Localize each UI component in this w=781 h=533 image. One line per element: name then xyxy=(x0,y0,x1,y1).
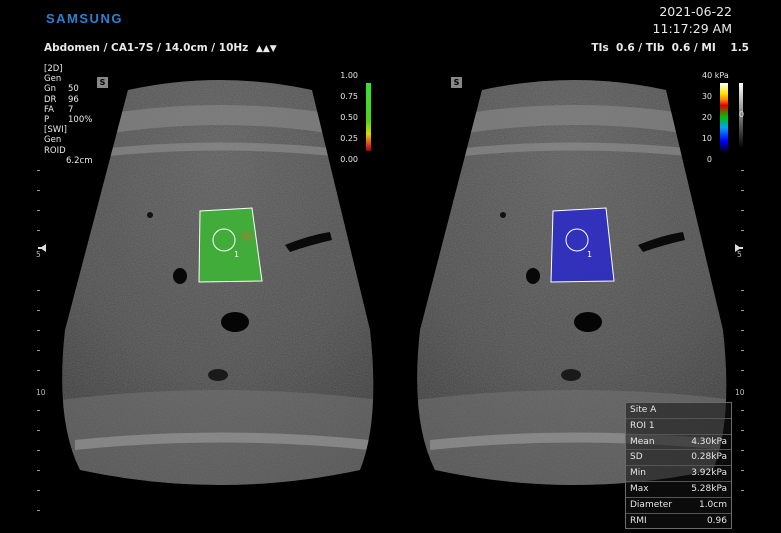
roid-label: ROID xyxy=(44,145,66,156)
depth-scale-right xyxy=(741,170,744,491)
left-quality-colorbar xyxy=(366,83,371,151)
grayscale-label: 0 xyxy=(739,110,745,119)
roi-row: ROI 1 xyxy=(626,419,731,435)
date-time: 2021-06-22 11:17:29 AM xyxy=(653,3,732,37)
depth-label-right-10: 10 xyxy=(735,388,745,397)
mode-2d-label: [2D] xyxy=(44,64,63,74)
exam-info-text: Abdomen / CA1-7S / 14.0cm / 10Hz xyxy=(44,42,249,54)
gen-2d-label: Gen xyxy=(44,74,62,85)
roid-value: 6.2cm xyxy=(66,155,93,166)
right-panel-marker[interactable]: S xyxy=(451,77,462,88)
left-scale-tick: 0.25 xyxy=(340,134,358,143)
parameter-panel: [2D] Gen Gn 50 DR 96 FA 7 P 100% [SWI] Gen R… xyxy=(44,64,92,166)
measurement-table: Site A ROI 1 Mean 4.30kPa SD 0.28kPa Min 3.… xyxy=(625,402,732,530)
depth-scale-left xyxy=(37,170,40,511)
right-roi-label: 1 xyxy=(587,250,593,259)
right-scale-unit: 40 kPa xyxy=(702,71,729,80)
gen-swi-label: Gen xyxy=(44,135,62,146)
param-row: DR 96 xyxy=(44,94,79,105)
exam-info: Abdomen / CA1-7S / 14.0cm / 10Hz ▲▲▼ xyxy=(44,42,277,54)
depth-label-right-5: 5 xyxy=(737,250,742,259)
left-scale-tick: 0.50 xyxy=(340,113,358,122)
measurement-row: Min 3.92kPa xyxy=(626,466,731,482)
left-scale-tick: 0.75 xyxy=(340,92,358,101)
right-scale-tick: 20 xyxy=(701,113,712,122)
mode-swi-label: [SWI] xyxy=(44,125,67,136)
measurement-row: Max 5.28kPa xyxy=(626,482,731,498)
right-stiffness-colorbar xyxy=(720,83,728,151)
depth-label-left-5: 5 xyxy=(36,250,41,259)
date-text: 2021-06-22 xyxy=(659,4,732,19)
measurement-row: SD 0.28kPa xyxy=(626,450,731,467)
right-elastography-box[interactable] xyxy=(550,207,615,283)
right-scale-tick: 0 xyxy=(706,155,712,164)
probe-icons: ▲▲▼ xyxy=(255,44,277,54)
left-panel-marker[interactable]: S xyxy=(97,77,108,88)
left-ultrasound-sector xyxy=(62,80,374,485)
measurement-row: Mean 4.30kPa xyxy=(626,435,731,451)
time-text: 11:17:29 AM xyxy=(652,21,732,36)
measurement-row: RMI 0.96 xyxy=(630,515,727,526)
right-scale-tick: 10 xyxy=(701,134,712,143)
site-row: Site A xyxy=(626,403,731,419)
brand-logo: SAMSUNG xyxy=(46,11,123,26)
left-elastography-box[interactable] xyxy=(198,207,263,283)
left-scale-tick: 0.00 xyxy=(340,155,358,164)
depth-label-left-10: 10 xyxy=(36,388,46,397)
param-row: Gn 50 xyxy=(44,84,79,95)
measurement-row: Diameter 1.0cm xyxy=(626,498,731,514)
left-scale-tick: 1.00 xyxy=(340,71,358,80)
param-row: FA 7 xyxy=(44,104,74,115)
left-roi-label: 1 xyxy=(234,250,240,259)
param-row: P 100% xyxy=(44,115,93,126)
thermal-index: TIs 0.6 / TIb 0.6 / MI 1.5 xyxy=(591,42,749,54)
right-scale-tick: 30 xyxy=(701,92,712,101)
